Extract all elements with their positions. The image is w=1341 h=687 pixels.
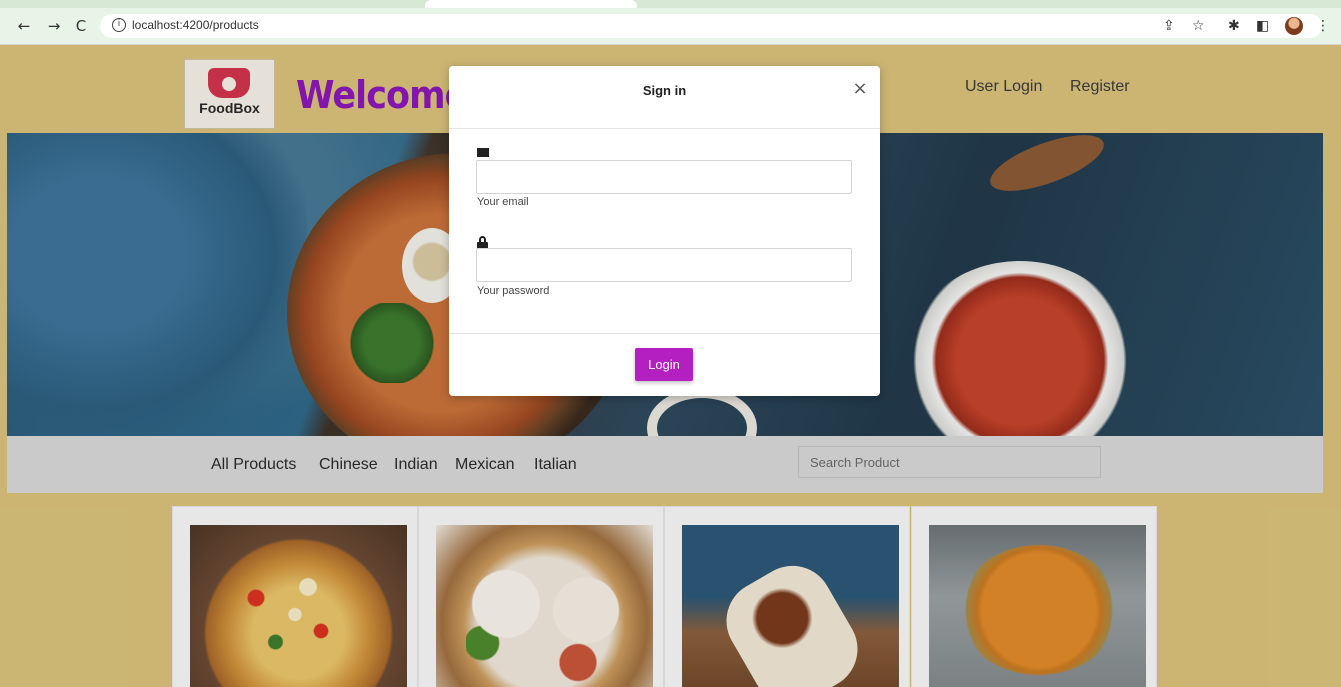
- envelope-icon: [477, 148, 489, 157]
- modal-title: Sign in: [642, 83, 687, 98]
- active-tab[interactable]: [425, 0, 637, 8]
- sign-in-modal: Sign in × Your email Your password Login: [449, 66, 880, 396]
- profile-avatar[interactable]: [1285, 17, 1303, 35]
- tab-strip: [0, 0, 1341, 8]
- email-label: Your email: [477, 196, 529, 208]
- address-bar[interactable]: i localhost:4200/products ⇪ ☆: [100, 14, 1322, 38]
- share-icon[interactable]: ⇪: [1163, 16, 1175, 36]
- star-icon[interactable]: ☆: [1192, 16, 1205, 36]
- info-icon[interactable]: i: [112, 18, 126, 32]
- puzzle-icon[interactable]: ✱: [1228, 16, 1240, 36]
- more-vertical-icon[interactable]: ⋮: [1316, 16, 1330, 36]
- modal-header: Sign in ×: [449, 66, 880, 129]
- page: FoodBox Welcome User Login Register All …: [0, 45, 1341, 687]
- browser-toolbar: ← → C i localhost:4200/products ⇪ ☆ ✱ ◧ …: [0, 8, 1341, 44]
- close-icon[interactable]: ×: [852, 80, 868, 98]
- arrow-left-icon[interactable]: ←: [14, 16, 34, 36]
- email-field[interactable]: [476, 160, 852, 194]
- password-field[interactable]: [476, 248, 852, 282]
- sidepanel-icon[interactable]: ◧: [1256, 16, 1269, 36]
- modal-divider: [449, 333, 880, 334]
- arrow-right-icon[interactable]: →: [44, 16, 64, 36]
- url-text[interactable]: localhost:4200/products: [132, 18, 259, 32]
- login-button[interactable]: Login: [635, 348, 693, 381]
- password-label: Your password: [477, 285, 550, 297]
- reload-icon[interactable]: C: [71, 16, 91, 36]
